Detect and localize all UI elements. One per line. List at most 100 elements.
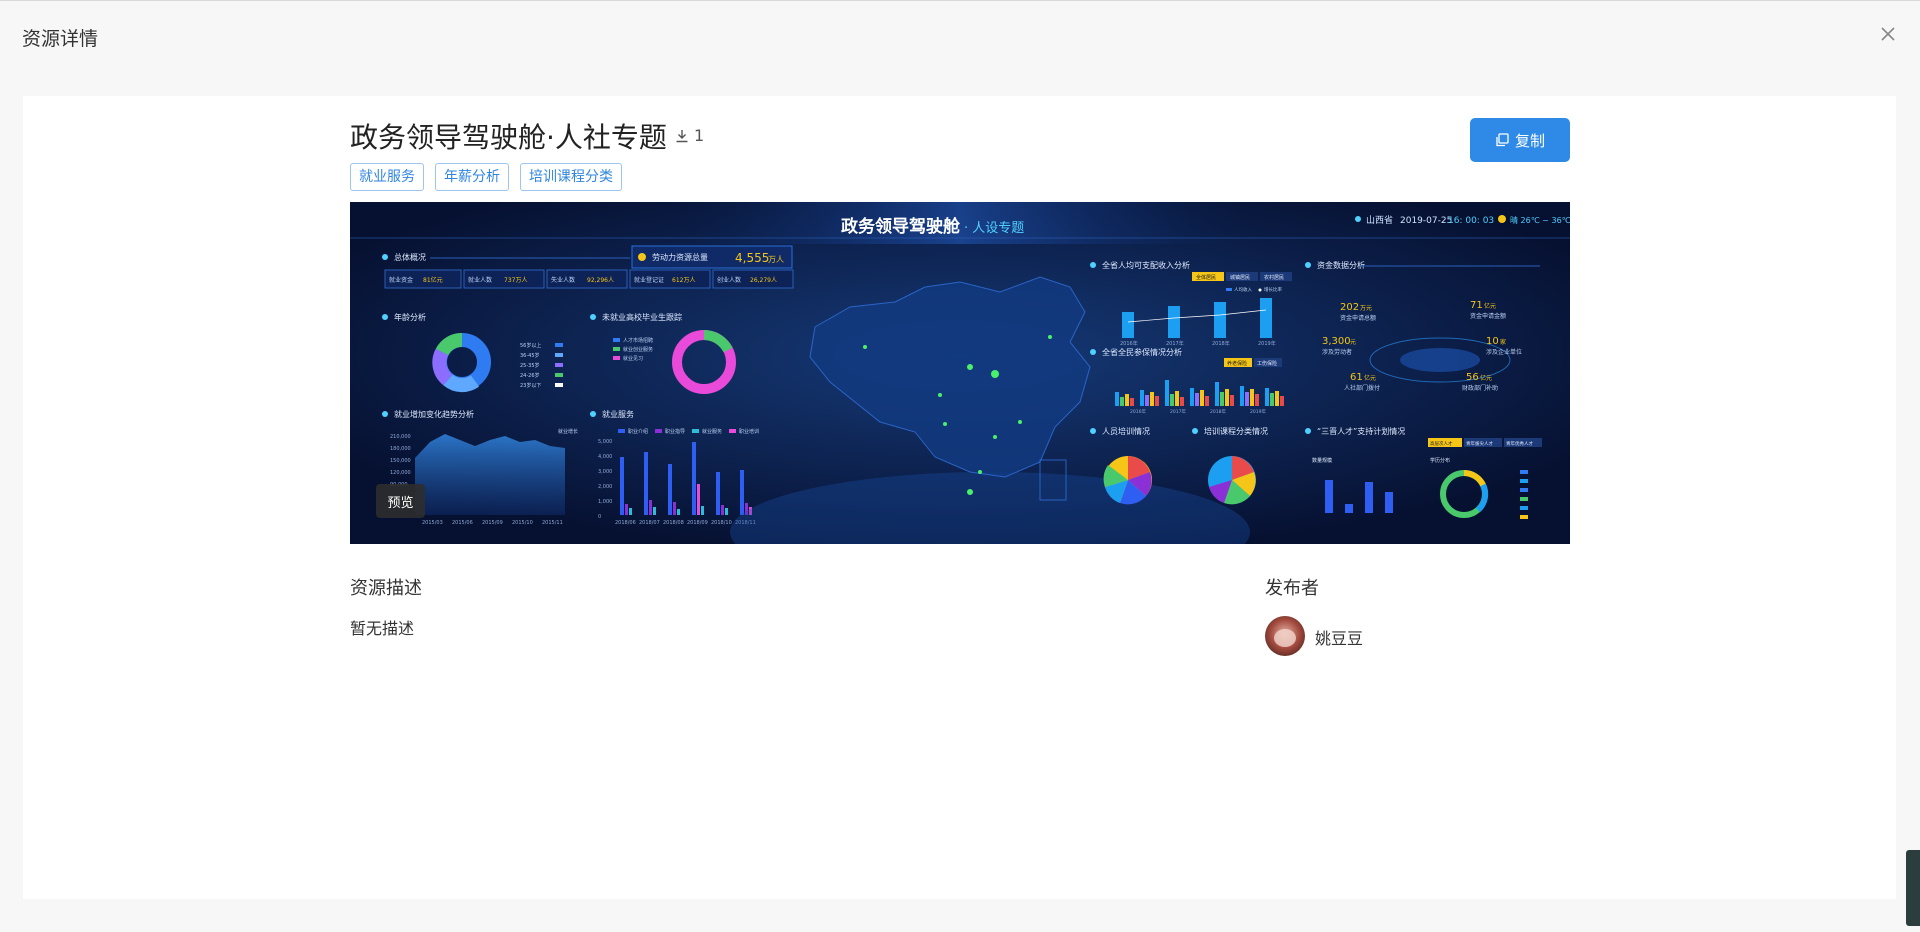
- age-legend: 56岁以上: [520, 342, 541, 349]
- service-legend: 职业培训: [739, 428, 759, 435]
- training-pie: [1103, 456, 1152, 505]
- tag-employment[interactable]: 就业服务: [350, 163, 424, 191]
- publisher-heading: 发布者: [1265, 578, 1319, 599]
- funds-value: 61: [1350, 372, 1363, 383]
- kpi-value: 737万人: [504, 277, 527, 284]
- panel-trend-title: 就业增加变化趋势分析: [394, 409, 474, 419]
- trend-xtick: 2015/03: [422, 520, 443, 526]
- kpi-label: 就业登记证: [634, 276, 664, 284]
- kpi-label: 就业人数: [468, 276, 492, 284]
- funds-label: 资金申请总额: [1340, 314, 1376, 322]
- description-text: 暂无描述: [350, 619, 415, 638]
- service-ytick: 3,000: [598, 469, 612, 475]
- trend-xtick: 2015/09: [482, 520, 503, 526]
- tag-training[interactable]: 培训课程分类: [520, 163, 622, 191]
- labor-value: 4,555: [735, 251, 769, 265]
- panel-marker-icon: [382, 411, 388, 417]
- service-ytick: 1,000: [598, 499, 612, 505]
- labor-label: 劳动力资源总量: [652, 252, 708, 262]
- copy-button[interactable]: 复制: [1470, 118, 1570, 162]
- panel-marker-icon: [1192, 428, 1198, 434]
- talent-sub-title: 数量规模: [1312, 457, 1332, 464]
- talent-tab[interactable]: 青年拔尖人才: [1466, 440, 1493, 447]
- sun-icon: [1498, 215, 1506, 223]
- trend-ytick: 150,000: [390, 458, 411, 464]
- course-pie: [1208, 456, 1256, 505]
- panel-marker-icon: [382, 314, 388, 320]
- kpi-label: 失业人数: [551, 276, 575, 284]
- preview-button[interactable]: 预览: [376, 484, 425, 518]
- panel-income-title: 全省人均可支配收入分析: [1102, 260, 1190, 270]
- location-icon: [1355, 216, 1361, 222]
- insurance-tab[interactable]: 养老保险: [1227, 360, 1247, 367]
- insurance-xtick: 2016年: [1130, 408, 1146, 415]
- panel-marker-icon: [1090, 349, 1096, 355]
- funds-unit: 元: [1350, 339, 1356, 346]
- dash-time: 16: 00: 03: [1448, 216, 1494, 226]
- labor-icon: [638, 253, 646, 261]
- description-heading: 资源描述: [350, 578, 422, 599]
- income-xtick: 2017年: [1166, 340, 1184, 347]
- dialog-title: 资源详情: [22, 28, 99, 50]
- funds-label: 涉及劳动者: [1322, 348, 1352, 356]
- service-legend: 职业介绍: [628, 428, 648, 435]
- service-legend: 就业服务: [702, 428, 722, 435]
- funds-label: 涉及企业单位: [1486, 348, 1522, 356]
- kpi-label: 就业资金: [389, 276, 413, 284]
- trend-ytick: 210,000: [390, 434, 411, 440]
- kpi-value: 612万人: [672, 277, 695, 284]
- talent-tab[interactable]: 高层次人才: [1430, 440, 1453, 447]
- age-legend: 25-35岁: [520, 362, 540, 369]
- panel-marker-icon: [382, 254, 388, 260]
- kpi-label: 创业人数: [717, 276, 741, 284]
- funds-value: 202: [1340, 302, 1359, 313]
- dash-date: 2019-07-25: [1400, 216, 1452, 226]
- panel-funds-title: 资金数据分析: [1317, 260, 1365, 270]
- tag-salary[interactable]: 年薪分析: [435, 163, 509, 191]
- dash-subtitle: · 人设专题: [964, 221, 1024, 236]
- panel-marker-icon: [1305, 428, 1311, 434]
- talent-sub-title: 学历分布: [1430, 457, 1450, 464]
- top-border: [0, 0, 1920, 1]
- trend-ytick: 120,000: [390, 470, 411, 476]
- talent-tab[interactable]: 青年优秀人才: [1506, 440, 1533, 447]
- panel-course-title: 培训课程分类情况: [1204, 426, 1268, 436]
- income-xtick: 2018年: [1212, 340, 1230, 347]
- close-button[interactable]: [1876, 22, 1900, 46]
- income-legend: 人均收入: [1234, 286, 1252, 293]
- kpi-value: 92,296人: [587, 277, 614, 284]
- service-xtick: 2018/07: [639, 520, 660, 526]
- panel-marker-icon: [1305, 262, 1311, 268]
- income-tab[interactable]: 全体居民: [1196, 274, 1216, 281]
- panel-marker-icon: [1090, 428, 1096, 434]
- dashboard-thumbnail[interactable]: 政务领导驾驶舱 · 人设专题 山西省 2019-07-25 16: 00: 03…: [350, 202, 1570, 544]
- funds-unit: 亿元: [1364, 374, 1376, 382]
- age-legend: 36-45岁: [520, 352, 540, 359]
- income-xtick: 2019年: [1258, 340, 1276, 347]
- insurance-tab[interactable]: 工伤保险: [1257, 360, 1277, 367]
- panel-age-title: 年龄分析: [394, 312, 426, 322]
- trend-ytick: 180,000: [390, 446, 411, 452]
- insurance-xtick: 2018年: [1210, 408, 1226, 415]
- service-ytick: 4,000: [598, 454, 612, 460]
- income-tab[interactable]: 农村居民: [1264, 274, 1284, 281]
- side-floating-widget[interactable]: [1906, 850, 1920, 926]
- income-tab[interactable]: 城镇居民: [1230, 274, 1250, 281]
- trend-area: [415, 434, 565, 515]
- service-ytick: 2,000: [598, 484, 612, 490]
- close-icon: [1881, 27, 1895, 41]
- download-count: 1: [675, 126, 704, 145]
- panel-marker-icon: [1090, 262, 1096, 268]
- resource-title: 政务领导驾驶舱·人社专题: [350, 121, 667, 154]
- service-xtick: 2018/09: [687, 520, 708, 526]
- service-xtick: 2018/10: [711, 520, 732, 526]
- funds-unit: 亿元: [1484, 302, 1496, 310]
- insurance-xtick: 2019年: [1250, 408, 1266, 415]
- panel-marker-icon: [590, 411, 596, 417]
- funds-unit: 家: [1500, 338, 1506, 346]
- funds-value: 56: [1466, 372, 1479, 383]
- publisher-name[interactable]: 姚豆豆: [1315, 625, 1363, 649]
- panel-marker-icon: [590, 314, 596, 320]
- panel-talent-title: “三晋人才”支持计划情况: [1317, 426, 1405, 436]
- avatar[interactable]: [1265, 616, 1305, 656]
